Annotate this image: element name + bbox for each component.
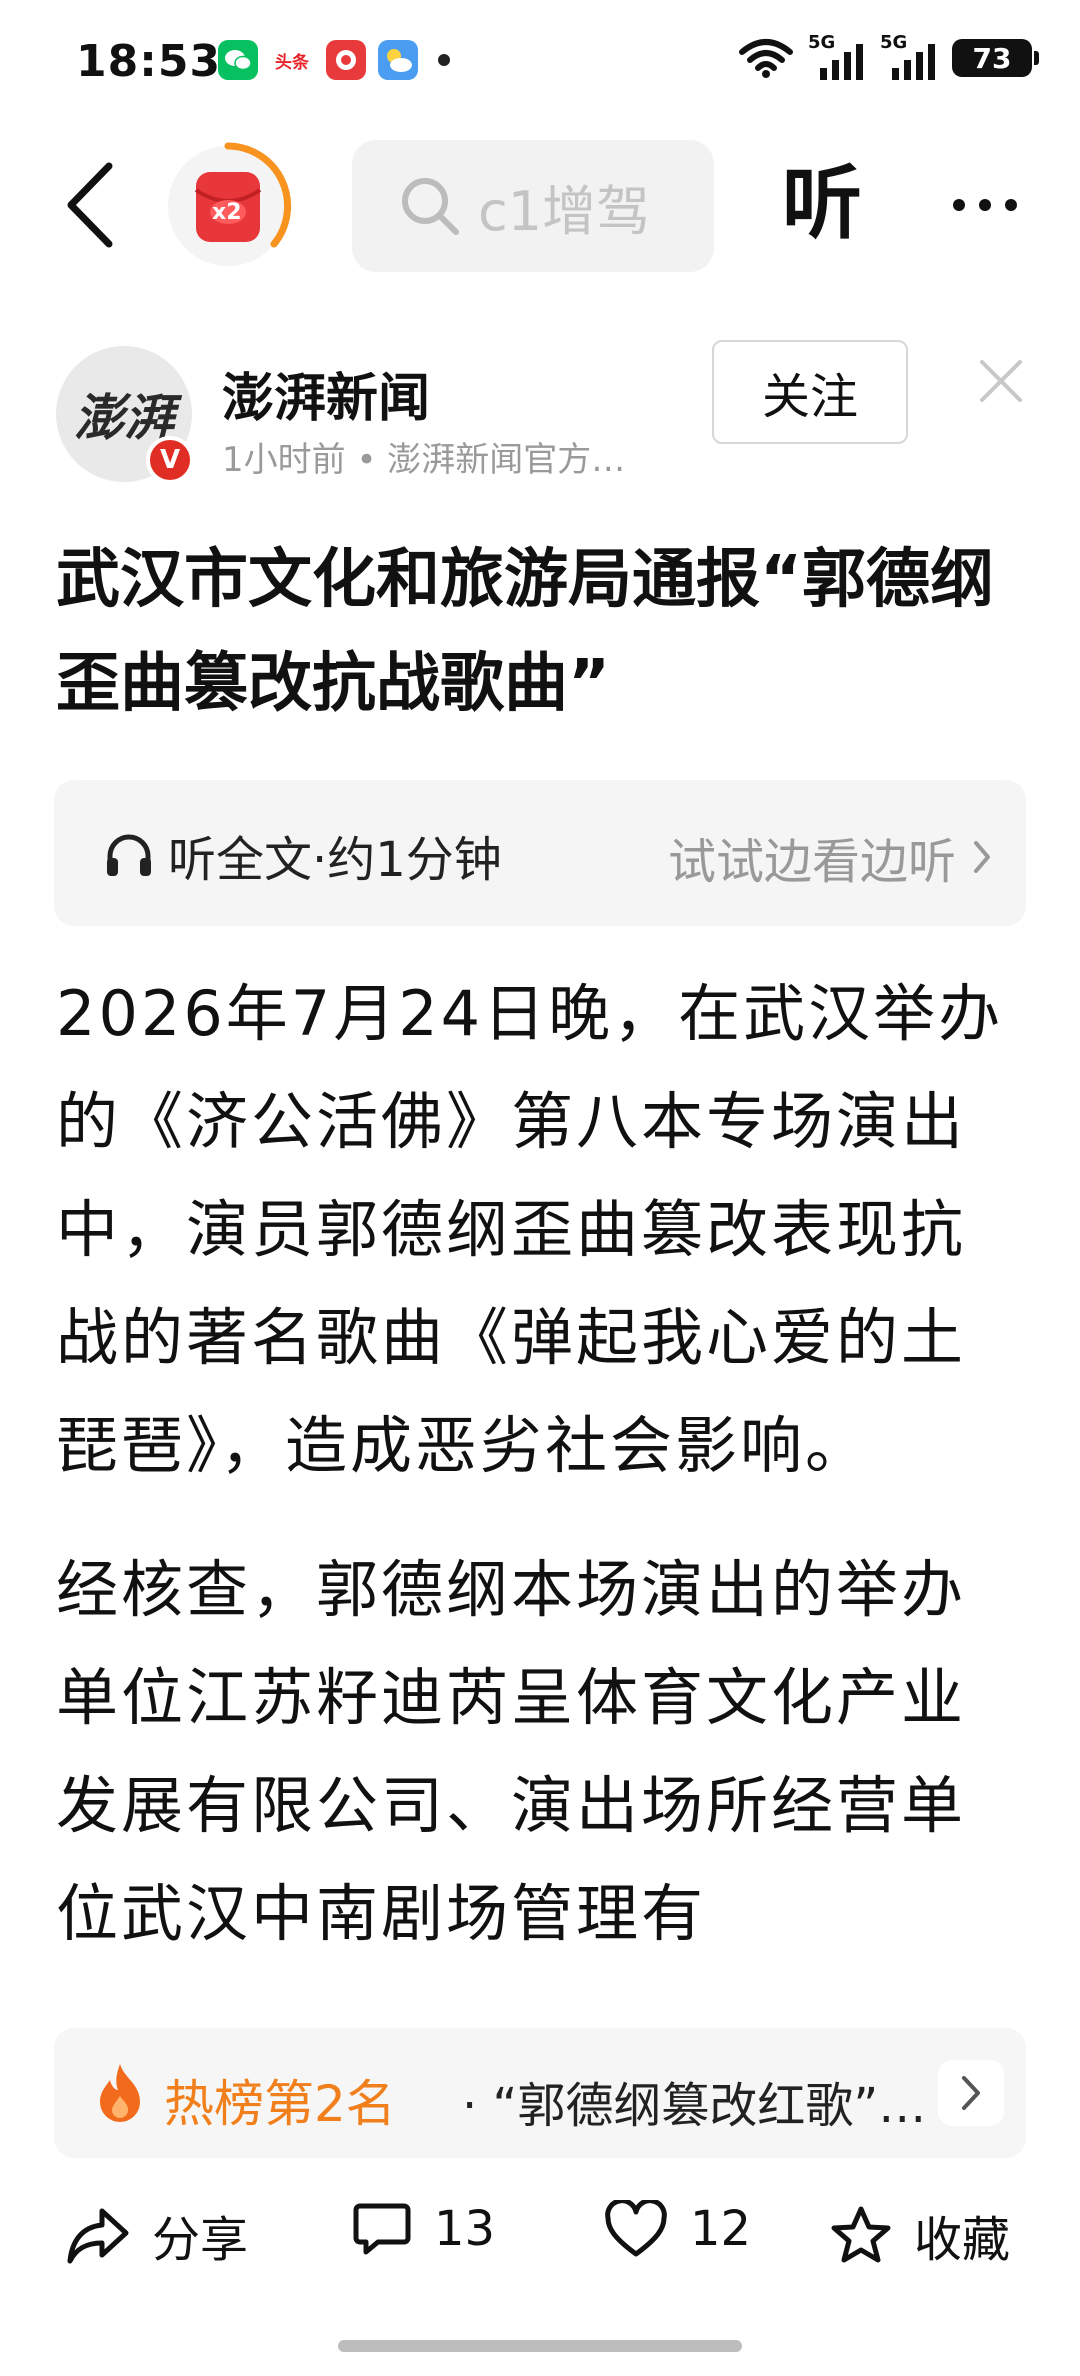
hot-rank-arrow[interactable] [938, 2060, 1004, 2126]
signal-icon [892, 44, 935, 80]
toutiao-icon: 头条 [270, 40, 314, 80]
signal-1: 5G [808, 32, 866, 80]
wechat-icon [218, 40, 258, 80]
top-nav-bar: x2 c1增驾 听 [0, 130, 1080, 280]
search-input[interactable]: c1增驾 [352, 140, 714, 272]
dismiss-button[interactable] [976, 356, 1026, 406]
author-meta: 1小时前 • 澎湃新闻官方… [222, 440, 626, 480]
search-icon [402, 178, 459, 235]
chevron-right-icon [974, 841, 990, 873]
close-icon [980, 360, 1022, 402]
more-dot-icon [979, 199, 991, 211]
status-bar: 18:53 头条 5G 5G 73 [0, 0, 1080, 128]
share-label: 分享 [152, 2212, 249, 2268]
status-indicators: 5G 5G 73 [738, 32, 1039, 80]
weather-icon [378, 40, 418, 80]
article-paragraph: 2026年7月24日晚，在武汉举办的《济公活佛》第八本专场演出中，演员郭德纲歪曲… [56, 977, 1004, 1482]
more-dot-icon [1005, 199, 1017, 211]
heart-icon [605, 2200, 667, 2257]
comment-icon [353, 2203, 411, 2255]
reward-multiplier: x2 [212, 200, 242, 225]
listen-button[interactable]: 听 [782, 154, 862, 254]
news-app-icon [326, 40, 366, 80]
signal-icon [820, 44, 863, 80]
comment-button[interactable]: 13 [352, 2200, 495, 2258]
chevron-right-icon [962, 2076, 980, 2110]
battery-icon: 73 [952, 39, 1039, 77]
status-app-icons: 头条 [218, 40, 450, 80]
share-button[interactable]: 分享 [66, 2200, 248, 2270]
flame-icon [100, 2064, 140, 2122]
signal-2: 5G [880, 32, 938, 80]
hot-topic-text: · “郭德纲篡改红歌”… [462, 2078, 927, 2134]
search-placeholder: c1增驾 [478, 179, 651, 243]
status-time: 18:53 [76, 36, 222, 87]
listen-full-article[interactable]: 听全文·约1分钟 [102, 820, 502, 890]
listen-try-label: 试试边看边听 [667, 834, 956, 890]
favorite-label: 收藏 [914, 2212, 1011, 2268]
bottom-action-bar: 分享 13 12 收藏 [0, 2180, 1080, 2300]
author-row: 澎湃 V 澎湃新闻 1小时前 • 澎湃新闻官方… 关注 [0, 340, 1080, 500]
more-dot-icon [953, 199, 965, 211]
back-button[interactable] [50, 160, 130, 250]
listen-full-label: 听全文·约1分钟 [168, 832, 502, 888]
chevron-left-icon [67, 162, 113, 248]
article-paragraph: 经核查，郭德纲本场演出的举办单位江苏籽迪芮呈体育文化产业发展有限公司、演出场所经… [56, 1553, 967, 1950]
share-icon [67, 2208, 129, 2264]
article-title: 武汉市文化和旅游局通报“郭德纲歪曲篡改抗战歌曲” [56, 543, 995, 721]
author-name[interactable]: 澎湃新闻 [222, 356, 430, 431]
follow-button[interactable]: 关注 [712, 340, 908, 444]
listen-while-reading-link[interactable]: 试试边看边听 [668, 822, 992, 892]
listen-full-article-bar[interactable]: 听全文·约1分钟 试试边看边听 [54, 780, 1026, 926]
hot-rank-bar[interactable]: 热榜第2名 · “郭德纲篡改红歌”… [54, 2028, 1026, 2158]
article-body: 2026年7月24日晚，在武汉举办的《济公活佛》第八本专场演出中，演员郭德纲歪曲… [56, 960, 1026, 1996]
headphones-icon [107, 834, 151, 876]
star-icon [831, 2206, 891, 2263]
favorite-button[interactable]: 收藏 [830, 2200, 1010, 2270]
verified-badge-icon: V [146, 436, 194, 484]
notification-dot-icon [438, 54, 450, 66]
like-count: 12 [690, 2201, 752, 2257]
reward-timer-button[interactable]: x2 [162, 140, 294, 272]
like-button[interactable]: 12 [604, 2200, 751, 2258]
more-options-button[interactable] [930, 160, 1040, 250]
wifi-icon [739, 39, 793, 78]
hot-rank-label: 热榜第2名 [164, 2075, 396, 2133]
comment-count: 13 [434, 2201, 496, 2257]
home-indicator[interactable] [338, 2340, 742, 2352]
